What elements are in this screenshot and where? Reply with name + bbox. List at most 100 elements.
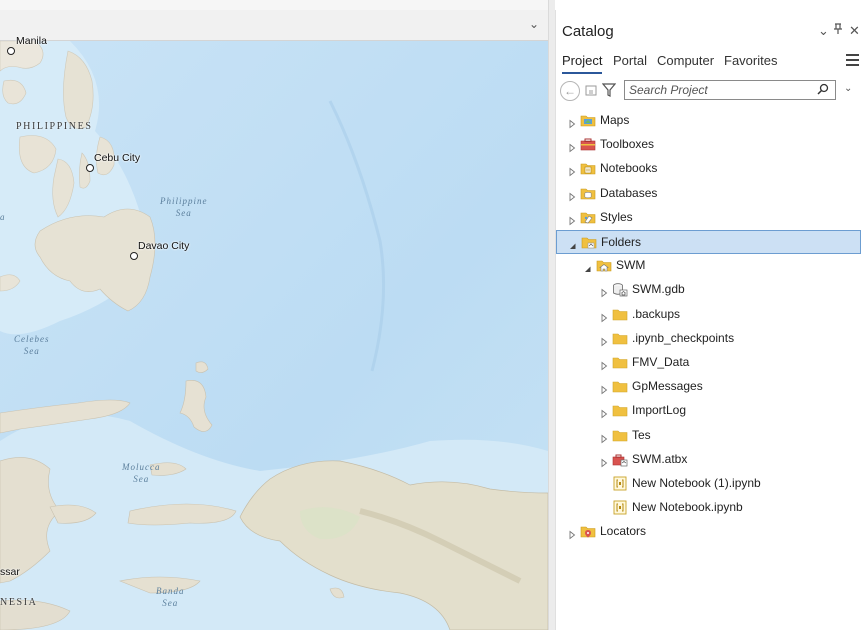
tree-item-label: .ipynb_checkpoints [632,330,735,345]
folder-icon [612,307,628,322]
catalog-header: Catalog ⌄ ✕ [556,10,864,40]
expand-triangle-icon[interactable] [568,189,576,202]
tree-item-label: Locators [600,524,647,539]
tab-favorites[interactable]: Favorites [724,52,777,70]
tree-item-databases[interactable]: Databases [556,182,861,206]
tree-item-importlog[interactable]: ImportLog [556,399,861,423]
label-molucca-sea: Molucca Sea [122,461,161,485]
collapse-triangle-icon[interactable] [584,261,592,273]
tree-item-backups[interactable]: .backups [556,303,861,327]
notebook-file-icon [612,500,628,515]
tree-item-label: .backups [632,306,681,321]
expand-triangle-icon[interactable] [568,140,576,153]
tab-project[interactable]: Project [562,52,603,74]
label-celebes-sea-line1: Celebes [14,334,50,344]
expand-triangle-icon[interactable] [568,527,576,540]
label-makassar-fragment: ssar [0,566,20,578]
map-canvas[interactable]: Manila PHILIPPINES Cebu City Philippine … [0,35,548,630]
tree-item-new-notebook-ipynb[interactable]: New Notebook.ipynb [556,496,861,520]
atbx-toolbox-icon [612,452,628,467]
map-tab-strip: ⌄ [0,10,548,41]
city-marker-cebu [86,164,94,172]
expand-triangle-icon[interactable] [600,310,608,323]
pin-icon[interactable] [833,23,843,40]
hamburger-menu-icon[interactable] [846,54,859,66]
collapse-triangle-icon[interactable] [569,238,577,249]
tree-item-maps[interactable]: Maps [556,109,861,133]
label-celebes-sea-line2: Sea [23,346,40,356]
tree-item-swm-gdb[interactable]: SWM.gdb [556,278,861,302]
catalog-title: Catalog [562,23,614,40]
expand-triangle-icon[interactable] [568,116,576,129]
label-molucca-sea-line1: Molucca [122,462,161,472]
expand-triangle-icon[interactable] [568,213,576,226]
tree-item-notebooks[interactable]: Notebooks [556,157,861,181]
expand-triangle-icon[interactable] [600,285,608,298]
tree-item-swm[interactable]: SWM [556,254,861,278]
tree-item-folders[interactable]: Folders [556,230,861,254]
home-folder-icon [596,258,612,273]
label-philippines: PHILIPPINES [16,121,93,132]
tree-item-gpmessages[interactable]: GpMessages [556,375,861,399]
home-project-icon[interactable] [582,81,600,99]
locators-icon [580,524,596,539]
map-view[interactable]: ⌄ Manila PHILIPPINES Cebu City Philippin… [0,0,548,630]
catalog-tab-bar: Project Portal Computer Favorites [556,50,864,76]
label-philippine-sea-line1: Philippine [160,196,208,206]
expand-triangle-icon[interactable] [600,406,608,419]
pane-splitter[interactable] [548,0,555,630]
folder-icon [612,355,628,370]
tree-item-label: Tes [632,427,651,442]
expand-triangle-icon[interactable] [568,164,576,177]
tree-item-tes[interactable]: Tes [556,424,861,448]
label-davao-city: Davao City [138,240,190,252]
label-edge-fragment: a [0,212,6,222]
notebook-file-icon [612,476,628,491]
chevron-down-icon[interactable]: ⌄ [529,17,539,31]
label-banda-sea-line1: Banda [156,586,185,596]
city-marker-manila [7,47,15,55]
folder-icon [612,403,628,418]
tree-item-label: New Notebook.ipynb [632,500,743,515]
tree-item-toolboxes[interactable]: Toolboxes [556,133,861,157]
map-top-strip [0,0,548,10]
tree-item-label: Styles [600,209,633,224]
pane-options-chevron-icon[interactable]: ⌄ [818,23,829,39]
close-icon[interactable]: ✕ [849,23,860,39]
expand-triangle-icon[interactable] [600,431,608,444]
tree-item-label: Folders [601,235,642,249]
tree-item-swm-atbx[interactable]: SWM.atbx [556,448,861,472]
tab-computer[interactable]: Computer [657,52,714,70]
tree-item-new-notebook-1-ipynb[interactable]: New Notebook (1).ipynb [556,472,861,496]
tree-item-label: New Notebook (1).ipynb [632,476,761,490]
styles-folder-icon [580,210,596,225]
catalog-pane: Catalog ⌄ ✕ Project Portal Computer Favo… [555,10,864,630]
back-arrow-icon[interactable]: ← [560,81,580,101]
folders-icon [581,235,597,250]
search-box[interactable] [624,80,836,100]
label-molucca-sea-line2: Sea [133,474,150,484]
expand-triangle-icon[interactable] [600,382,608,395]
tree-item-styles[interactable]: Styles [556,206,861,230]
expand-triangle-icon[interactable] [600,358,608,371]
label-manila: Manila [16,35,47,47]
tree-item-label: GpMessages [632,379,703,394]
tree-item-locators[interactable]: Locators [556,520,861,544]
expand-triangle-icon[interactable] [600,455,608,468]
tree-item-label: SWM [616,258,646,273]
expand-triangle-icon[interactable] [600,334,608,347]
catalog-toolbar: ← ⌄ [556,78,864,102]
tree-item-label: SWM.gdb [632,282,685,297]
tree-item-label: Notebooks [600,161,658,176]
filter-icon[interactable] [600,81,618,99]
chevron-down-icon[interactable]: ⌄ [844,83,852,94]
search-input[interactable] [629,82,809,98]
label-banda-sea: Banda Sea [156,585,185,609]
tree-item-ipynb-checkpoints[interactable]: .ipynb_checkpoints [556,327,861,351]
notebooks-folder-icon [580,161,596,176]
tree-item-fmv-data[interactable]: FMV_Data [556,351,861,375]
tab-portal[interactable]: Portal [613,52,647,70]
search-icon[interactable] [817,83,829,95]
tree-item-label: ImportLog [632,403,687,418]
label-celebes-sea: Celebes Sea [14,333,50,357]
